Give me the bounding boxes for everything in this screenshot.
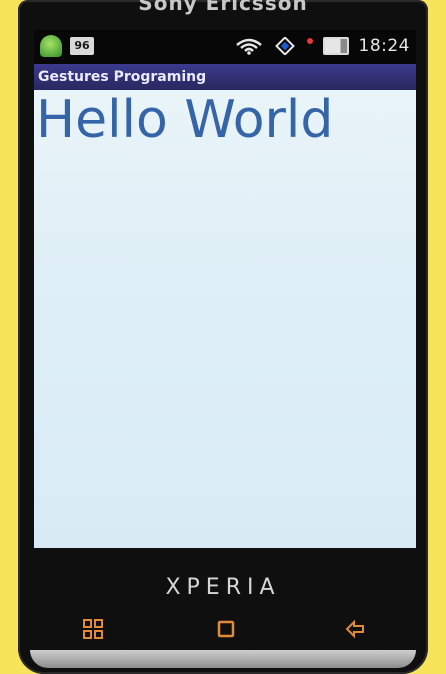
wifi-icon [235,38,262,55]
app-title: Gestures Programing [38,69,207,85]
back-icon[interactable] [345,618,367,640]
status-bar: 96 18:24 [34,30,416,64]
android-icon [40,35,62,57]
hello-world-text: Hello World [36,90,334,150]
home-icon[interactable] [215,618,237,640]
battery-icon [322,37,349,55]
app-title-bar: Gestures Programing [34,64,416,90]
alert-dot-icon [306,38,313,44]
model-logo: XPERIA [165,575,281,600]
silver-bottom-bezel [30,650,416,668]
menu-icon[interactable] [82,618,104,640]
status-right: 18:24 [235,36,411,56]
brand-text: Sony Ericsson [138,0,308,15]
phone-screen: 96 18:24 Gestures Programing Hello World [34,30,416,548]
phone-device: Sony Ericsson 96 18:24 Gestures Programi… [18,0,428,674]
hardware-nav-bar [18,618,428,642]
status-time: 18:24 [358,36,410,56]
app-content[interactable]: Hello World [34,90,416,548]
rotate-icon [274,37,295,55]
sd-card-icon: 96 [70,37,94,55]
status-left: 96 [40,35,94,57]
